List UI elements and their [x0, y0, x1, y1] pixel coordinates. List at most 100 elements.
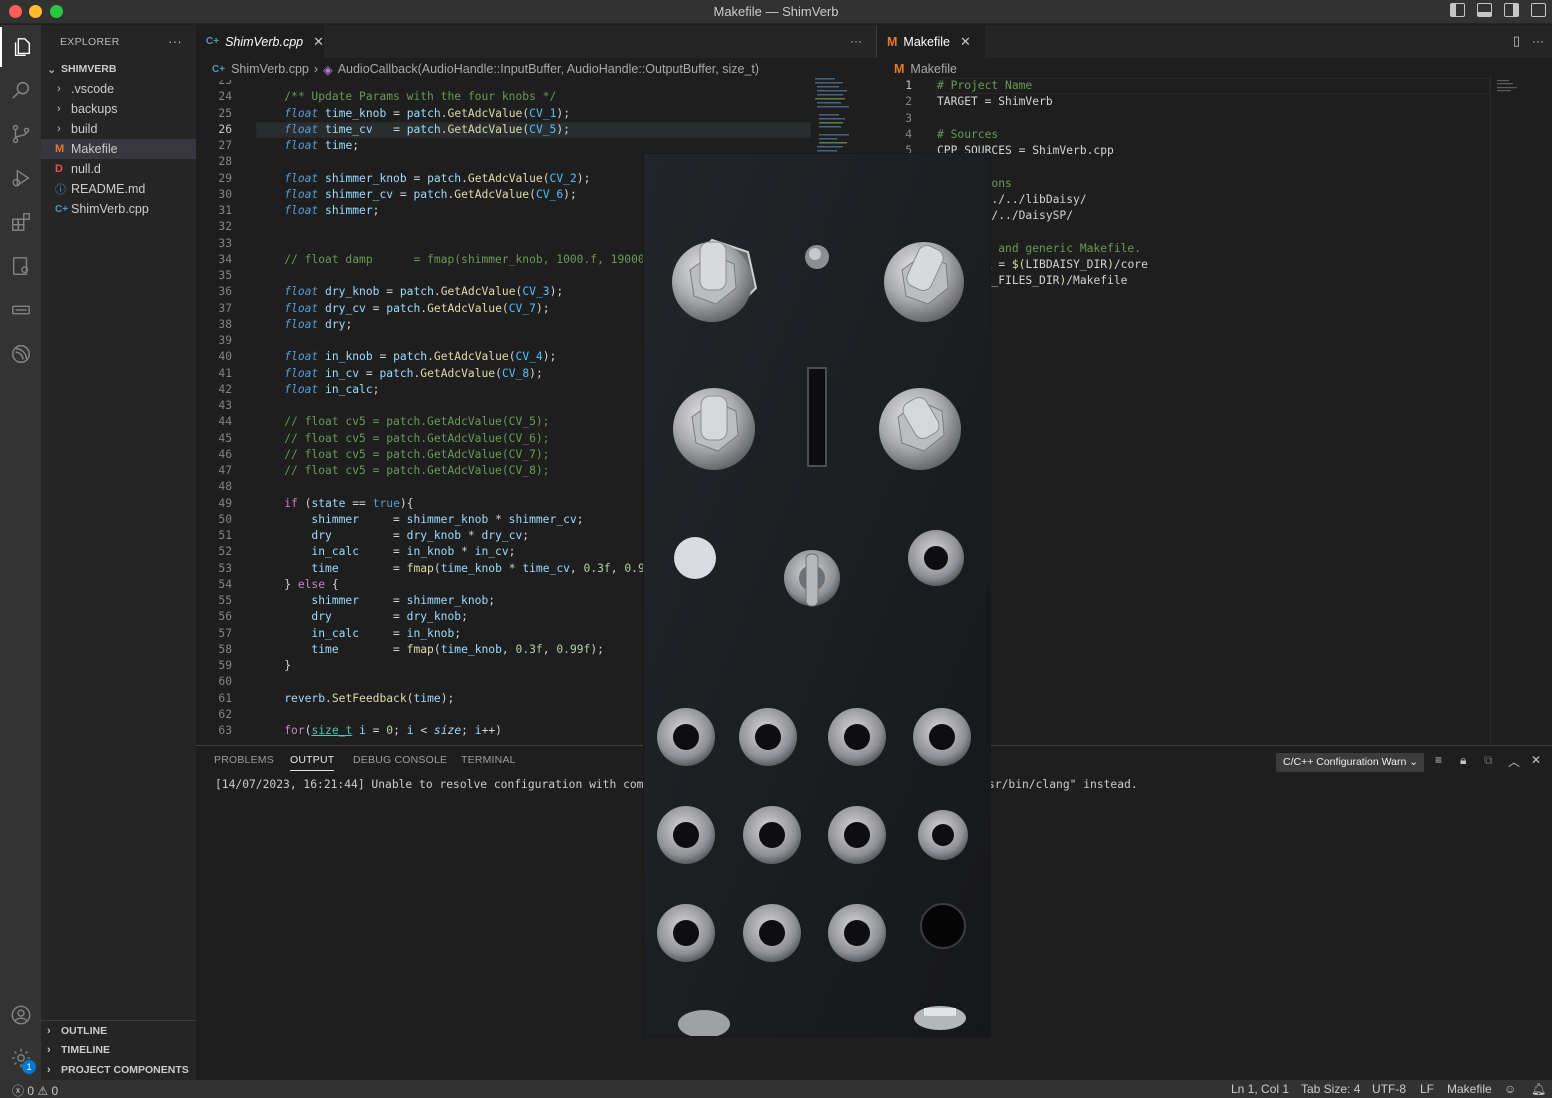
panel-tab-problems[interactable]: PROBLEMS: [214, 754, 274, 766]
lock-scroll-icon[interactable]: 🔒︎: [1460, 753, 1466, 768]
feedback-icon[interactable]: ☺: [1504, 1082, 1516, 1096]
code-line[interactable]: 23: [196, 80, 811, 89]
serial-monitor-icon[interactable]: [0, 290, 41, 330]
editor-more-actions-icon[interactable]: ···: [850, 34, 862, 48]
maximize-panel-icon[interactable]: ︿: [1508, 753, 1520, 770]
code-line[interactable]: 3: [876, 111, 1490, 127]
warning-count: 0: [51, 1084, 59, 1098]
code-text: }: [257, 659, 292, 672]
code-text: for(size_t i = 0; i < size; i++): [284, 724, 502, 737]
split-editor-icon[interactable]: ▯: [1513, 33, 1520, 49]
close-tab-icon[interactable]: ✕: [960, 34, 971, 50]
panel-tab-output[interactable]: OUTPUT: [290, 754, 335, 771]
breadcrumb-file[interactable]: Makefile: [910, 62, 957, 76]
language-mode[interactable]: Makefile: [1447, 1082, 1492, 1096]
tab-makefile[interactable]: M Makefile ✕: [877, 25, 985, 58]
error-icon: ⓧ: [12, 1084, 25, 1098]
tree-item-build[interactable]: › build: [41, 119, 196, 139]
breadcrumb-symbol[interactable]: AudioCallback(AudioHandle::InputBuffer, …: [338, 62, 759, 76]
close-panel-icon[interactable]: ✕: [1531, 753, 1541, 767]
output-channel-select[interactable]: C/C++ Configuration Warn ⌄: [1276, 753, 1424, 772]
code-line[interactable]: 24 /** Update Params with the four knobs…: [196, 89, 811, 105]
explorer-icon[interactable]: [0, 27, 41, 67]
line-number: 29: [218, 171, 232, 185]
code-line[interactable]: 1 # Project Name: [876, 78, 1490, 94]
remote-explorer-icon[interactable]: [0, 246, 41, 286]
line-number: 55: [218, 594, 232, 607]
search-icon[interactable]: [0, 70, 41, 110]
code-text: in_calc = in_knob;: [311, 626, 462, 640]
line-number: 59: [218, 659, 232, 672]
code-text: shimmer = shimmer_knob;: [311, 594, 496, 607]
notifications-bell-icon[interactable]: 🔔︎: [1531, 1082, 1546, 1096]
tree-item-label: null.d: [71, 162, 101, 176]
cursor-position[interactable]: Ln 1, Col 1: [1231, 1082, 1289, 1096]
line-number: 42: [218, 382, 232, 396]
panel-tab-debug-console[interactable]: DEBUG CONSOLE: [353, 754, 447, 766]
code-line[interactable]: 4 # Sources: [876, 127, 1490, 143]
accounts-icon[interactable]: [0, 995, 41, 1035]
clear-output-icon[interactable]: ≡: [1435, 753, 1442, 767]
code-line[interactable]: 25 float time_knob = patch.GetAdcValue(C…: [196, 106, 811, 122]
end-of-line[interactable]: LF: [1420, 1082, 1434, 1096]
line-number: 25: [218, 106, 232, 120]
tree-item-null-d[interactable]: D null.d: [41, 159, 196, 179]
problems-status[interactable]: ⓧ 0 ⚠ 0: [12, 1082, 58, 1098]
code-text: float dry;: [284, 317, 353, 331]
extensions-icon[interactable]: [0, 202, 41, 242]
line-number: 48: [218, 480, 232, 494]
output-channel-label: C/C++ Configuration Warn: [1283, 756, 1407, 768]
tree-item-label: .vscode: [71, 82, 115, 96]
line-number: 46: [218, 447, 232, 461]
window-title: Makefile — ShimVerb: [713, 4, 839, 19]
close-tab-icon[interactable]: ✕: [313, 34, 324, 50]
customize-layout-icon[interactable]: [1531, 3, 1546, 17]
manage-gear-icon[interactable]: 1: [0, 1038, 41, 1078]
tab-size[interactable]: Tab Size: 4: [1301, 1082, 1360, 1096]
code-line[interactable]: 26 float time_cv = patch.GetAdcValue(CV_…: [196, 121, 811, 138]
project-components-label: PROJECT COMPONENTS: [61, 1064, 189, 1076]
tree-item-backups[interactable]: › backups: [41, 99, 196, 119]
code-text: float time_cv = patch.GetAdcValue(CV_5);: [284, 122, 570, 136]
timeline-section[interactable]: › TIMELINE: [41, 1040, 196, 1060]
tree-item-shimverb-cpp[interactable]: C+ ShimVerb.cpp: [41, 199, 196, 219]
encoding[interactable]: UTF-8: [1372, 1082, 1406, 1096]
project-components-section[interactable]: › PROJECT COMPONENTS: [41, 1060, 196, 1080]
right-editor-tabs: M Makefile ✕ ▯ ···: [876, 25, 1552, 58]
code-line[interactable]: 27 float time;: [196, 138, 811, 154]
explorer-more-icon[interactable]: ···: [168, 34, 182, 49]
line-number: 4: [905, 127, 912, 141]
breadcrumb-file[interactable]: ShimVerb.cpp: [231, 62, 309, 76]
esp-idf-icon[interactable]: [0, 334, 41, 374]
editor-more-actions-icon[interactable]: ···: [1532, 34, 1544, 48]
tree-item-label: backups: [71, 102, 118, 116]
line-number: 44: [218, 415, 232, 429]
toggle-panel-icon[interactable]: [1477, 3, 1492, 17]
tree-item-vscode[interactable]: › .vscode: [41, 79, 196, 99]
line-number: 45: [218, 431, 232, 445]
line-number: 2: [905, 95, 912, 109]
layout-controls: [1450, 3, 1546, 17]
source-control-icon[interactable]: [0, 114, 41, 154]
workspace-folder[interactable]: ⌄ SHIMVERB: [41, 59, 196, 79]
panel-tab-terminal[interactable]: TERMINAL: [461, 754, 516, 766]
tree-item-readme[interactable]: ⓘ README.md: [41, 179, 196, 199]
code-line[interactable]: 2 TARGET = ShimVerb: [876, 94, 1490, 110]
tree-item-makefile[interactable]: M Makefile: [41, 139, 196, 159]
code-text: float in_knob = patch.GetAdcValue(CV_4);: [284, 350, 557, 364]
outline-section[interactable]: › OUTLINE: [41, 1020, 196, 1040]
tab-shimverb-cpp[interactable]: C+ ShimVerb.cpp ✕: [196, 25, 324, 58]
open-log-file-icon[interactable]: ⧉: [1484, 753, 1493, 768]
line-number: 63: [218, 724, 232, 737]
line-number: 60: [218, 675, 232, 689]
right-minimap[interactable]: [1490, 76, 1552, 744]
line-number: 58: [218, 642, 232, 656]
explorer-header: EXPLORER ···: [41, 25, 196, 59]
run-debug-icon[interactable]: [0, 158, 41, 198]
breadcrumb-separator-icon: ›: [313, 62, 319, 76]
explorer-title: EXPLORER: [60, 36, 120, 48]
toggle-secondary-sidebar-icon[interactable]: [1504, 3, 1519, 17]
toggle-primary-sidebar-icon[interactable]: [1450, 3, 1465, 17]
code-text: // float cv5 = patch.GetAdcValue(CV_8);: [284, 464, 550, 477]
code-text: float dry_knob = patch.GetAdcValue(CV_3)…: [284, 285, 564, 299]
